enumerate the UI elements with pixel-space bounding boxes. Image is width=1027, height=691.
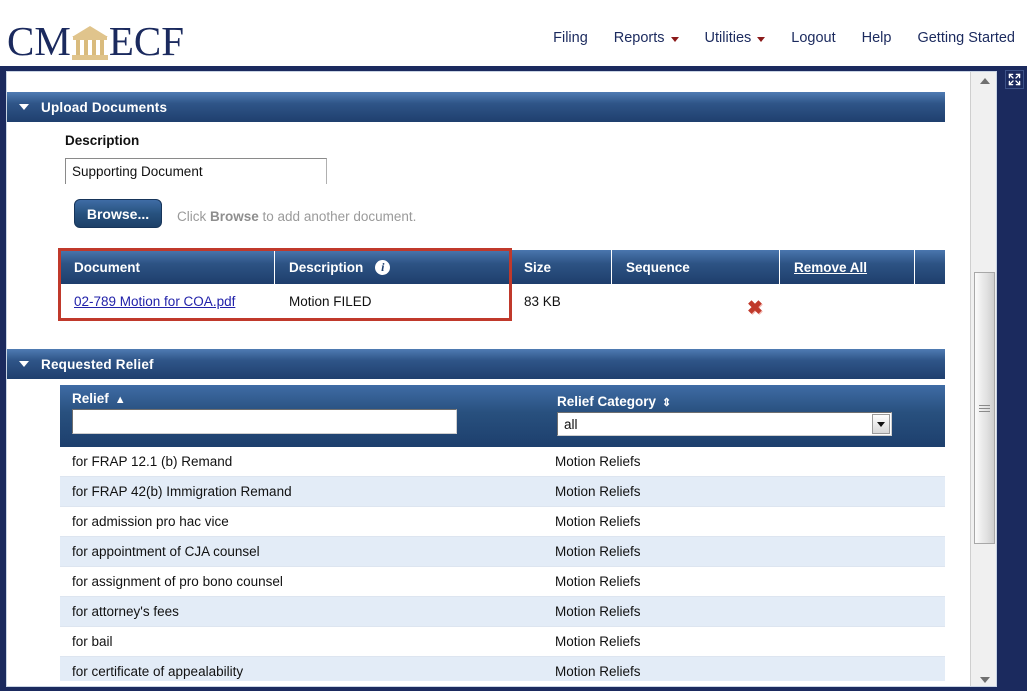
relief-category-cell: Motion Reliefs	[555, 544, 641, 559]
doc-col-header-description[interactable]: Description i	[275, 250, 510, 284]
doc-col-header-size[interactable]: Size	[510, 250, 612, 284]
grid-bottom-edge	[7, 681, 969, 687]
sort-ascending-icon[interactable]: ▲	[115, 394, 126, 406]
app-banner: CM ECF Filing Reports Utilities Logout H…	[0, 0, 1027, 66]
section-header-requested-relief[interactable]: Requested Relief	[7, 349, 945, 379]
nav-label-utilities: Utilities	[705, 30, 752, 46]
doc-col-header-remove-all[interactable]: Remove All	[780, 250, 915, 284]
logo-text-ecf: ECF	[109, 21, 184, 62]
relief-name-cell: for FRAP 42(b) Immigration Remand	[72, 484, 292, 499]
document-size-value: 83 KB	[524, 294, 561, 309]
info-icon[interactable]: i	[375, 260, 390, 275]
relief-name-cell: for admission pro hac vice	[72, 514, 229, 529]
doc-col-label-size: Size	[524, 260, 551, 275]
collapse-toggle-icon[interactable]	[19, 104, 29, 110]
relief-grid-row[interactable]: for attorney's fees Motion Reliefs	[60, 597, 945, 627]
scroll-down-button[interactable]	[971, 671, 997, 687]
hint-suffix: to add another document.	[259, 209, 417, 224]
cmecf-logo: CM ECF	[7, 20, 184, 62]
section-title-upload-documents: Upload Documents	[41, 100, 167, 115]
logo-text-cm: CM	[7, 21, 71, 62]
nav-item-help[interactable]: Help	[862, 30, 892, 46]
relief-category-select[interactable]: all	[557, 412, 892, 436]
nav-item-getting-started[interactable]: Getting Started	[917, 30, 1015, 46]
table-row-description-cell: Motion FILED	[275, 284, 510, 318]
nav-label-getting-started: Getting Started	[917, 30, 1015, 46]
doc-col-header-spacer	[915, 250, 945, 284]
relief-grid-row[interactable]: for bail Motion Reliefs	[60, 627, 945, 657]
relief-grid-row[interactable]: for FRAP 42(b) Immigration Remand Motion …	[60, 477, 945, 507]
section-title-requested-relief: Requested Relief	[41, 357, 154, 372]
section-header-upload-documents[interactable]: Upload Documents	[7, 92, 945, 122]
description-input[interactable]	[65, 158, 327, 184]
chevron-down-icon[interactable]	[671, 37, 679, 42]
description-label: Description	[65, 133, 139, 148]
relief-column-title[interactable]: Relief ▲	[72, 391, 126, 406]
nav-item-filing[interactable]: Filing	[553, 30, 588, 46]
nav-item-logout[interactable]: Logout	[791, 30, 835, 46]
relief-grid-row[interactable]: for assignment of pro bono counsel Motion…	[60, 567, 945, 597]
relief-name-cell: for certificate of appealability	[72, 664, 243, 679]
doc-col-header-document[interactable]: Document	[60, 250, 275, 284]
page-viewport: Upload Documents Description Browse... C…	[6, 71, 997, 687]
document-file-link[interactable]: 02-789 Motion for COA.pdf	[74, 294, 235, 309]
relief-category-select-value[interactable]: all	[557, 412, 892, 436]
relief-name-cell: for bail	[72, 634, 113, 649]
relief-name-cell: for assignment of pro bono counsel	[72, 574, 283, 589]
hint-prefix: Click	[177, 209, 210, 224]
doc-col-label-document: Document	[74, 260, 140, 275]
nav-item-utilities[interactable]: Utilities	[705, 30, 766, 46]
frame-right-gutter	[998, 66, 1027, 691]
relief-filter-input[interactable]	[72, 409, 457, 434]
doc-col-header-sequence[interactable]: Sequence	[612, 250, 780, 284]
relief-name-cell: for appointment of CJA counsel	[72, 544, 260, 559]
document-description-value: Motion FILED	[289, 294, 372, 309]
relief-grid-row[interactable]: for appointment of CJA counsel Motion Rel…	[60, 537, 945, 567]
nav-label-reports: Reports	[614, 30, 665, 46]
chevron-down-icon[interactable]	[757, 37, 765, 42]
remove-all-link[interactable]: Remove All	[794, 260, 867, 275]
content-frame: Upload Documents Description Browse... C…	[0, 66, 1027, 691]
table-row-remove-cell	[780, 284, 945, 318]
relief-category-cell: Motion Reliefs	[555, 454, 641, 469]
courthouse-icon	[72, 26, 108, 60]
relief-category-cell: Motion Reliefs	[555, 574, 641, 589]
nav-label-logout: Logout	[791, 30, 835, 46]
browse-button[interactable]: Browse...	[74, 199, 162, 228]
table-row-size-cell: 83 KB	[510, 284, 612, 318]
main-navigation: Filing Reports Utilities Logout Help Get…	[553, 30, 1015, 46]
chevron-down-icon[interactable]	[872, 414, 890, 434]
collapse-toggle-icon[interactable]	[19, 361, 29, 367]
nav-item-reports[interactable]: Reports	[614, 30, 679, 46]
relief-grid-row[interactable]: for FRAP 12.1 (b) Remand Motion Reliefs	[60, 447, 945, 477]
sort-updown-icon[interactable]: ⇕	[662, 397, 671, 409]
relief-category-cell: Motion Reliefs	[555, 604, 641, 619]
relief-category-cell: Motion Reliefs	[555, 484, 641, 499]
expand-fullscreen-icon[interactable]	[1005, 70, 1024, 89]
relief-category-cell: Motion Reliefs	[555, 514, 641, 529]
browse-hint-text: Click Browse to add another document.	[177, 209, 416, 224]
relief-name-cell: for attorney's fees	[72, 604, 179, 619]
scrollbar-thumb[interactable]	[974, 272, 995, 544]
scrollbar-grip-icon	[979, 403, 990, 414]
doc-col-label-description: Description	[289, 260, 363, 275]
nav-label-help: Help	[862, 30, 892, 46]
remove-document-icon[interactable]: ✖	[747, 299, 763, 318]
relief-category-column-title[interactable]: Relief Category ⇕	[557, 394, 671, 409]
relief-name-cell: for FRAP 12.1 (b) Remand	[72, 454, 232, 469]
scroll-up-button[interactable]	[971, 72, 997, 89]
relief-category-column-label: Relief Category	[557, 394, 656, 409]
hint-bold: Browse	[210, 209, 259, 224]
doc-col-label-sequence: Sequence	[626, 260, 690, 275]
form-canvas: Upload Documents Description Browse... C…	[7, 72, 969, 687]
table-row-document-cell: 02-789 Motion for COA.pdf	[60, 284, 275, 318]
relief-grid-row[interactable]: for admission pro hac vice Motion Reliefs	[60, 507, 945, 537]
nav-label-filing: Filing	[553, 30, 588, 46]
vertical-scrollbar[interactable]	[970, 72, 997, 687]
relief-category-cell: Motion Reliefs	[555, 634, 641, 649]
relief-category-cell: Motion Reliefs	[555, 664, 641, 679]
relief-column-label: Relief	[72, 391, 109, 406]
